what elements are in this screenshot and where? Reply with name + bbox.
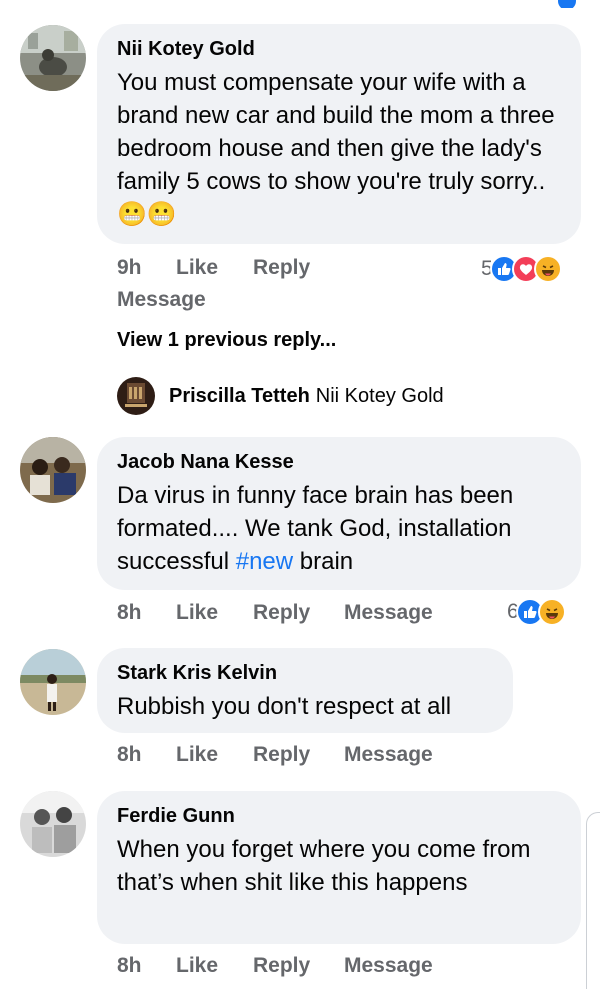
comment-time[interactable]: 8h <box>117 954 142 978</box>
comment-time[interactable]: 9h <box>117 256 142 280</box>
like-button[interactable]: Like <box>176 256 218 280</box>
message-button[interactable]: Message <box>117 288 206 312</box>
reply-preview[interactable]: Priscilla Tetteh Nii Kotey Gold <box>117 377 444 415</box>
reply-button[interactable]: Reply <box>253 743 310 767</box>
avatar[interactable] <box>20 791 86 857</box>
clipped-reaction-icon <box>558 0 576 8</box>
message-button[interactable]: Message <box>344 601 433 625</box>
like-button[interactable]: Like <box>176 954 218 978</box>
reply-button[interactable]: Reply <box>253 601 310 625</box>
comment-text: Rubbish you don't respect at all <box>117 693 452 720</box>
comment-bubble: Nii Kotey Gold You must compensate your … <box>97 24 581 244</box>
comment-time[interactable]: 8h <box>117 601 142 625</box>
haha-reaction-icon <box>533 255 562 283</box>
comment-text: Da virus in funny face brain has been fo… <box>117 482 514 575</box>
reaction-summary[interactable]: 5 <box>481 255 562 283</box>
comment-author[interactable]: Stark Kris Kelvin <box>117 660 493 686</box>
comment-time[interactable]: 8h <box>117 743 142 767</box>
reply-button[interactable]: Reply <box>253 256 310 280</box>
message-button[interactable]: Message <box>344 954 433 978</box>
comment-author[interactable]: Jacob Nana Kesse <box>117 449 561 475</box>
comment-bubble: Stark Kris Kelvin Rubbish you don't resp… <box>97 648 513 733</box>
comment-author[interactable]: Ferdie Gunn <box>117 803 561 829</box>
previous-comment-clipped <box>0 0 600 8</box>
message-button[interactable]: Message <box>344 743 433 767</box>
hashtag-link[interactable]: #new <box>236 548 293 575</box>
comment-bubble: Ferdie Gunn When you forget where you co… <box>97 791 581 944</box>
comment-author[interactable]: Nii Kotey Gold <box>117 36 561 62</box>
comment-text: When you forget where you come from that… <box>117 836 531 896</box>
avatar[interactable] <box>20 25 86 91</box>
reply-author[interactable]: Priscilla Tetteh <box>169 385 310 408</box>
reply-avatar[interactable] <box>117 377 155 415</box>
reply-button[interactable]: Reply <box>253 954 310 978</box>
grimacing-face-emoji: 😬😬 <box>117 201 177 228</box>
like-button[interactable]: Like <box>176 601 218 625</box>
avatar[interactable] <box>20 649 86 715</box>
avatar[interactable] <box>20 437 86 503</box>
view-previous-replies-link[interactable]: View 1 previous reply... <box>117 329 336 352</box>
haha-reaction-icon <box>537 598 566 626</box>
reply-mention: Nii Kotey Gold <box>315 384 444 407</box>
comment-text: You must compensate your wife with a bra… <box>117 69 555 228</box>
side-panel-edge <box>586 812 600 989</box>
like-button[interactable]: Like <box>176 743 218 767</box>
comment-bubble: Jacob Nana Kesse Da virus in funny face … <box>97 437 581 590</box>
reaction-summary[interactable]: 6 <box>507 598 566 626</box>
